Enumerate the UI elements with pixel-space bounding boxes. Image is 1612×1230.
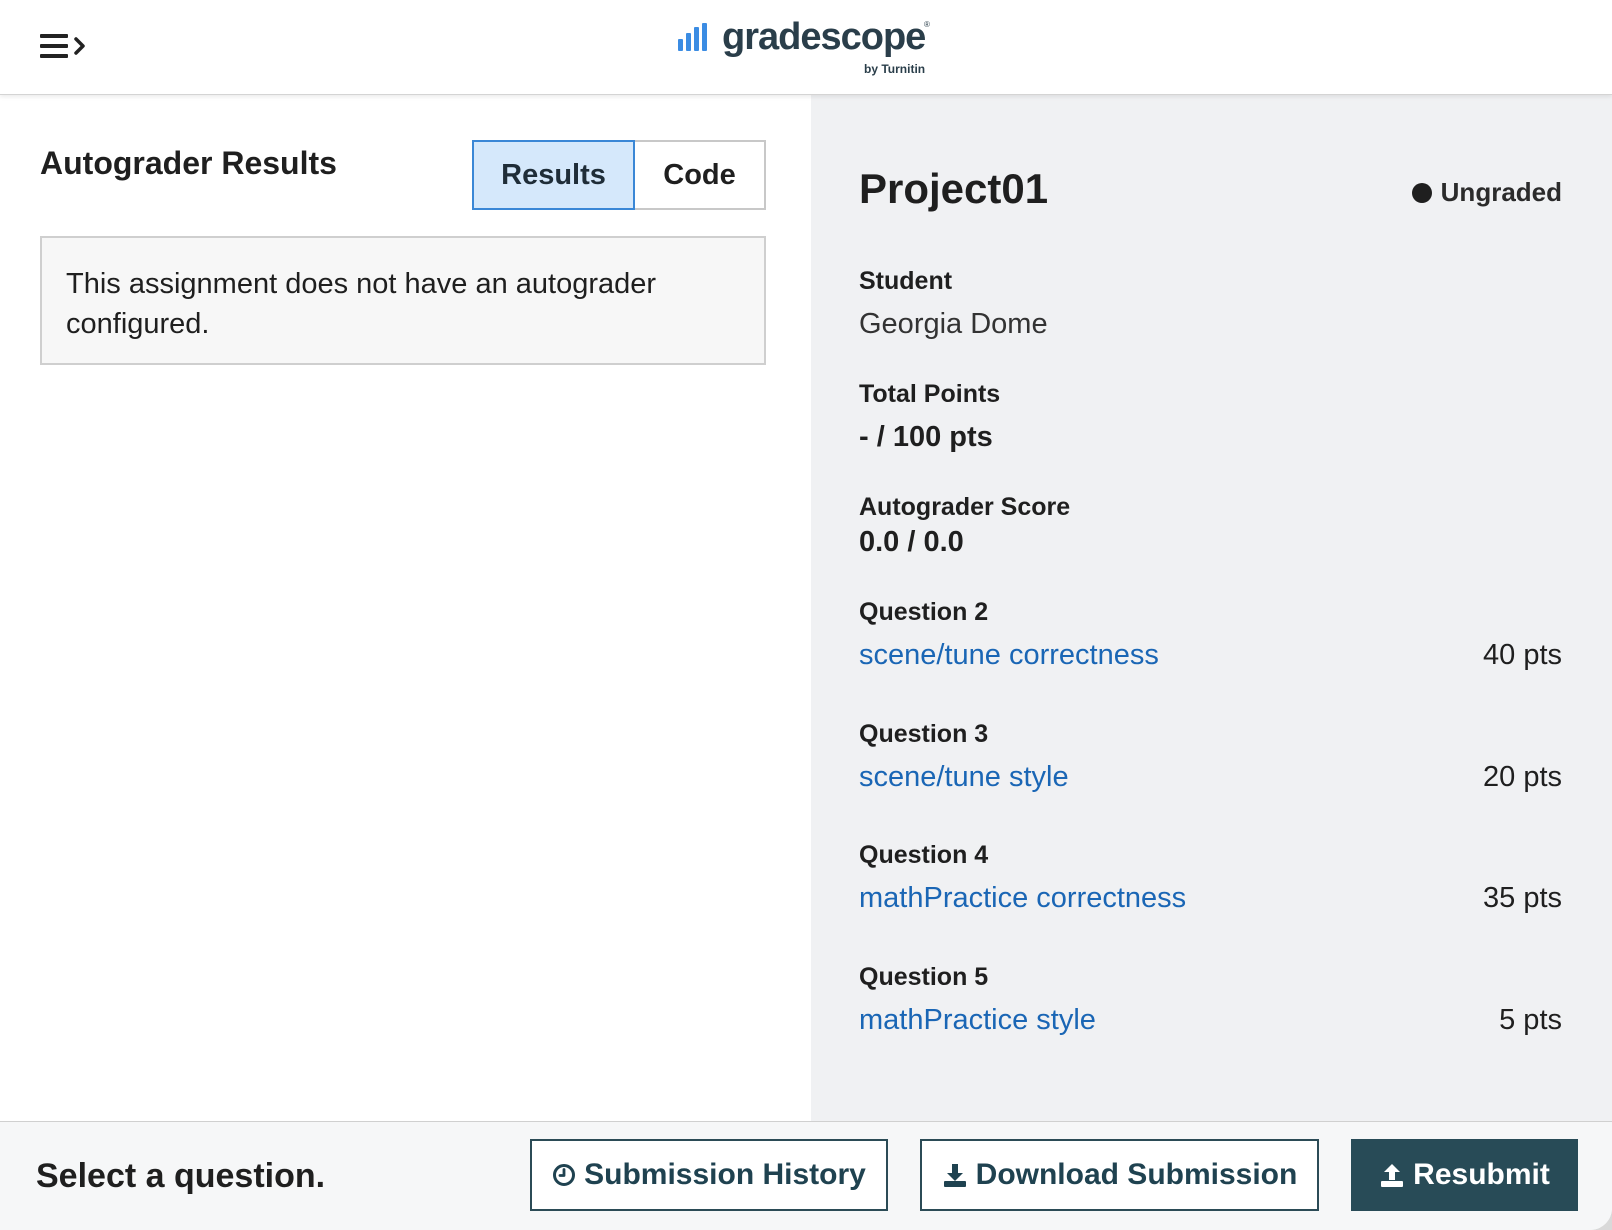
- autograder-panel: Autograder Results Results Code This ass…: [0, 95, 811, 1121]
- submission-summary-panel: Project01 Ungraded Student Georgia Dome …: [811, 95, 1612, 1121]
- menu-expand-icon: [40, 34, 85, 58]
- action-bar: Select a question. Submission History Do…: [0, 1121, 1612, 1230]
- total-points-label: Total Points: [859, 380, 1001, 408]
- student-label: Student: [859, 267, 953, 295]
- select-question-prompt: Select a question.: [36, 1157, 326, 1195]
- clock-icon: [553, 1164, 576, 1186]
- autograder-score-label: Autograder Score: [859, 493, 1071, 521]
- question-link[interactable]: scene/tune style: [859, 761, 1069, 794]
- question-label: Question 3: [859, 720, 989, 748]
- logo-bars-icon: [678, 23, 707, 51]
- top-header: gradescope ® by Turnitin: [0, 0, 1612, 95]
- menu-expand-button[interactable]: [38, 30, 94, 64]
- logo-subtitle: by Turnitin: [864, 62, 926, 76]
- question-link[interactable]: scene/tune correctness: [859, 639, 1159, 672]
- submission-history-label: Submission History: [584, 1158, 866, 1191]
- question-label: Question 5: [859, 963, 989, 991]
- question-label: Question 2: [859, 598, 989, 626]
- resubmit-button[interactable]: Resubmit: [1351, 1139, 1578, 1211]
- status-badge: Ungraded: [1411, 177, 1562, 208]
- download-icon: [943, 1164, 966, 1187]
- autograder-message: This assignment does not have an autogra…: [40, 236, 766, 365]
- app-window: gradescope ® by Turnitin Autograder Resu…: [0, 0, 1612, 1230]
- registered-mark: ®: [924, 20, 930, 29]
- tab-code[interactable]: Code: [635, 140, 766, 210]
- status-dot-icon: [1411, 182, 1432, 203]
- gradescope-logo[interactable]: gradescope ® by Turnitin: [678, 18, 938, 80]
- assignment-title: Project01: [859, 165, 1049, 212]
- question-link[interactable]: mathPractice correctness: [859, 882, 1186, 915]
- tab-results[interactable]: Results: [472, 140, 635, 210]
- question-points: 35 pts: [1483, 882, 1562, 914]
- question-label: Question 4: [859, 841, 989, 869]
- total-points-value: - / 100 pts: [859, 421, 993, 453]
- question-points: 40 pts: [1483, 639, 1562, 671]
- logo-wordmark: gradescope: [722, 16, 926, 58]
- autograder-title: Autograder Results: [40, 145, 337, 181]
- question-link[interactable]: mathPractice style: [859, 1004, 1096, 1037]
- autograder-score-value: 0.0 / 0.0: [859, 526, 964, 558]
- student-name: Georgia Dome: [859, 308, 1048, 340]
- submission-history-button[interactable]: Submission History: [530, 1139, 888, 1211]
- resubmit-label: Resubmit: [1413, 1158, 1550, 1191]
- download-submission-button[interactable]: Download Submission: [920, 1139, 1319, 1211]
- view-toggle: Results Code: [472, 140, 766, 212]
- download-submission-label: Download Submission: [975, 1158, 1298, 1191]
- question-points: 20 pts: [1483, 761, 1562, 793]
- upload-icon: [1381, 1164, 1404, 1187]
- question-points: 5 pts: [1499, 1004, 1562, 1036]
- status-label: Ungraded: [1440, 177, 1562, 207]
